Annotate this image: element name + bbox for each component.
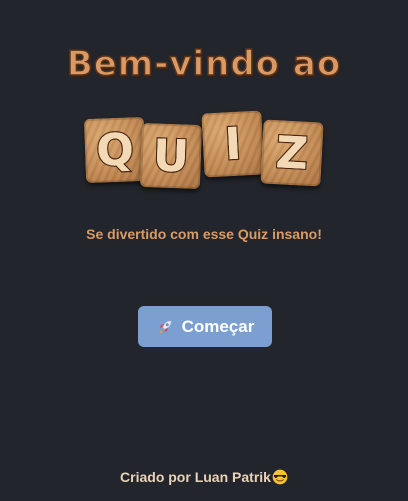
welcome-title: Bem-vindo ao xyxy=(66,43,342,85)
start-button-label: Começar xyxy=(181,316,255,336)
tile-letter-u: U xyxy=(139,122,203,190)
tile-letter: I xyxy=(222,117,244,171)
tile-letter: Q xyxy=(94,123,136,178)
quiz-welcome-screen: Bem-vindo ao Q U I Z Se divertido com es… xyxy=(0,0,408,501)
tile-letter: Z xyxy=(273,125,310,180)
smiling-face-with-sunglasses-icon xyxy=(272,469,288,485)
credit-text: Criado por Luan Patrik xyxy=(120,469,271,485)
rocket-icon xyxy=(158,320,171,334)
tile-letter-q: Q xyxy=(83,116,147,184)
quiz-logo-tiles: Q U I Z xyxy=(0,108,408,198)
footer-credit: Criado por Luan Patrik xyxy=(0,469,408,485)
tile-letter-z: Z xyxy=(260,119,324,187)
start-button[interactable]: Começar xyxy=(138,306,272,347)
tile-letter: U xyxy=(151,129,191,184)
tile-letter-i: I xyxy=(201,110,265,178)
subtitle: Se divertido com esse Quiz insano! xyxy=(86,226,322,242)
